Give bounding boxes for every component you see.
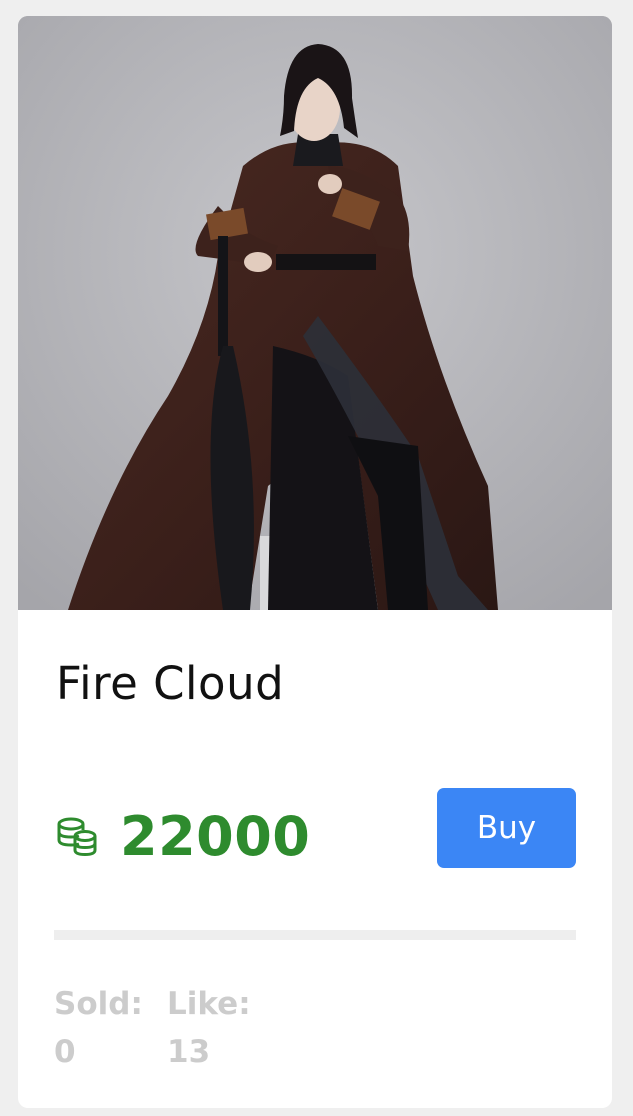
price-row: 22000 xyxy=(56,796,310,876)
product-title: Fire Cloud xyxy=(56,657,285,710)
product-photo[interactable] xyxy=(18,16,612,610)
divider xyxy=(54,930,576,940)
product-stats: Sold: 0 Like: 13 xyxy=(54,980,251,1076)
like-value: 13 xyxy=(167,1034,211,1070)
product-card[interactable]: Fire Cloud 22000 Buy Sold: 0 Like: 13 xyxy=(18,16,612,1108)
sold-stat: Sold: 0 xyxy=(54,980,167,1076)
sold-label: Sold: xyxy=(54,986,143,1022)
product-photo-icon xyxy=(18,16,612,610)
buy-button[interactable]: Buy xyxy=(437,788,576,868)
sold-value: 0 xyxy=(54,1034,76,1070)
price-value: 22000 xyxy=(120,804,311,868)
like-stat: Like: 13 xyxy=(167,980,251,1076)
like-label: Like: xyxy=(167,986,251,1022)
coins-icon xyxy=(56,814,100,858)
